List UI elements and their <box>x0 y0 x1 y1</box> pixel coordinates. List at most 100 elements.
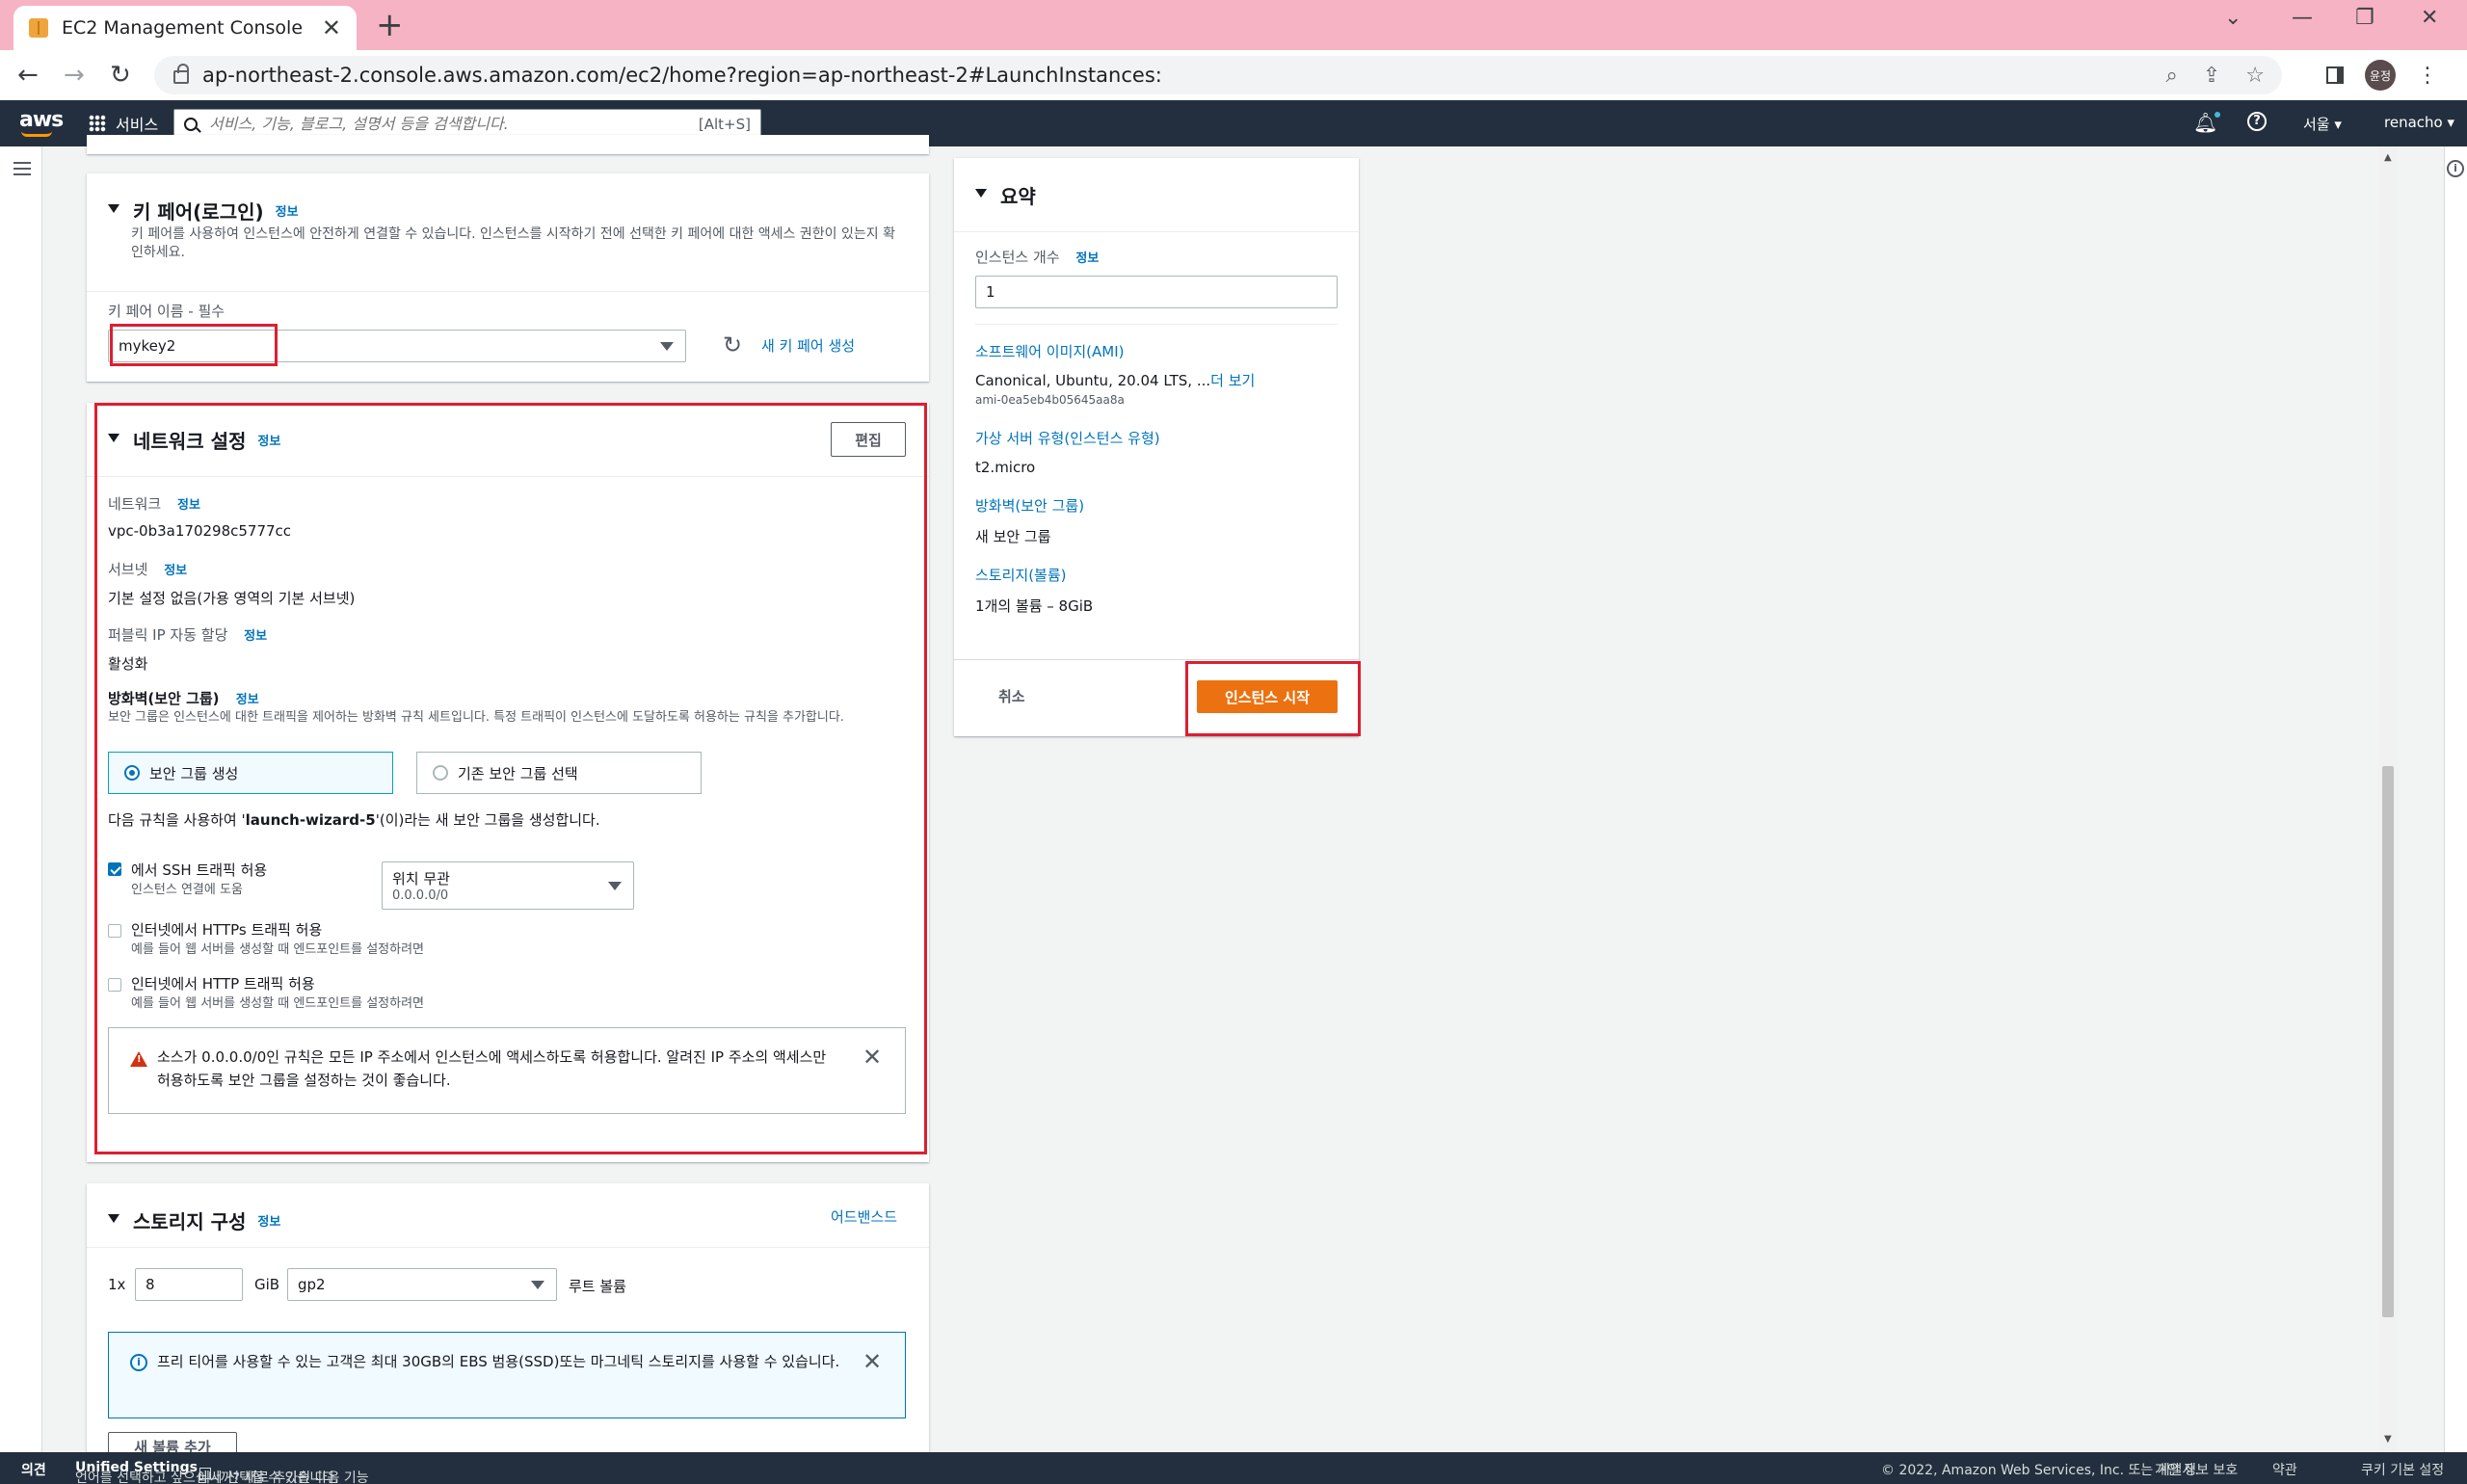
key-pair-description: 키 페어를 사용하여 인스턴스에 안전하게 연결할 수 있습니다. 인스턴스를 … <box>131 226 895 260</box>
cancel-button[interactable]: 취소 <box>998 686 1025 706</box>
summary-title: 요약 <box>1000 185 1036 208</box>
free-tier-text: 프리 티어를 사용할 수 있는 고객은 최대 30GB의 EBS 범용(SSD)… <box>157 1353 840 1370</box>
key-pair-info-link[interactable]: 정보 <box>276 201 299 220</box>
url-text[interactable]: ap-northeast-2.console.aws.amazon.com/ec… <box>202 64 2166 87</box>
services-grid-icon <box>89 115 106 132</box>
ami-value: Canonical, Ubuntu, 20.04 LTS, ... <box>975 372 1211 389</box>
back-arrow-icon[interactable]: ← <box>17 62 39 89</box>
right-help-rail: i <box>2444 146 2467 1452</box>
search-icon <box>184 117 198 131</box>
instance-count-label: 인스턴스 개수 <box>975 249 1060 266</box>
window-close-icon[interactable]: ✕ <box>2421 6 2438 30</box>
new-tab-icon[interactable]: + <box>376 8 404 42</box>
firewall-summary-link[interactable]: 방화벽(보안 그룹) <box>975 495 1084 516</box>
free-tier-info-alert: i 프리 티어를 사용할 수 있는 고객은 최대 30GB의 EBS 범용(SS… <box>108 1332 906 1418</box>
account-menu[interactable]: renacho ▾ <box>2384 114 2454 131</box>
divider <box>954 231 1359 232</box>
privacy-link[interactable]: 개인 정보 보호 <box>2155 1460 2238 1479</box>
side-panel-icon[interactable] <box>2326 66 2344 84</box>
volume-size-input[interactable]: 8 <box>135 1268 243 1301</box>
share-icon[interactable]: ⇪ <box>2203 64 2220 88</box>
aws-smile-icon <box>21 131 52 137</box>
key-pair-title: 키 페어(로그인) <box>133 200 264 224</box>
storage-summary-link[interactable]: 스토리지(볼륨) <box>975 565 1067 585</box>
volume-type-select[interactable]: gp2 <box>287 1268 557 1301</box>
aws-favicon-icon <box>29 18 48 38</box>
dismiss-info-icon[interactable]: ✕ <box>862 1350 882 1373</box>
profile-avatar[interactable]: 윤정 <box>2365 60 2396 91</box>
storage-info-link[interactable]: 정보 <box>257 1211 280 1230</box>
left-navigation-rail <box>0 146 42 1452</box>
console-footer: 의견 언어를 선택하고 싶으십니까? 새로 추가된 다음 기능 Unified S… <box>0 1452 2467 1484</box>
menu-hamburger-icon[interactable] <box>13 162 31 175</box>
browser-toolbar: ← → ↻ ap-northeast-2.console.aws.amazon.… <box>0 50 2467 100</box>
services-menu[interactable]: 서비스 <box>89 112 158 135</box>
volume-unit: GiB <box>254 1276 280 1293</box>
ami-id: ami-0ea5eb4b05645aa8a <box>975 393 1125 407</box>
minimize-icon[interactable]: — <box>2292 6 2313 30</box>
aws-search-input[interactable] <box>209 115 699 133</box>
storage-title: 스토리지 구성 <box>133 1210 247 1233</box>
create-key-pair-link[interactable]: 새 키 페어 생성 <box>761 335 855 356</box>
bookmark-star-icon[interactable]: ☆ <box>2245 64 2265 88</box>
dropdown-arrow-icon <box>531 1281 544 1289</box>
key-pair-name-label: 키 페어 이름 - 필수 <box>108 303 225 320</box>
firewall-summary-value: 새 보안 그룹 <box>975 528 1051 545</box>
ami-link[interactable]: 소프트웨어 이미지(AMI) <box>975 341 1125 361</box>
divider <box>87 1247 929 1248</box>
instance-type-link[interactable]: 가상 서버 유형(인스턴스 유형) <box>975 428 1160 448</box>
restore-icon[interactable]: ❐ <box>2355 6 2374 30</box>
storage-panel: 스토리지 구성 정보 어드밴스드 1x 8 GiB gp2 루트 볼륨 i 프리… <box>87 1183 929 1461</box>
browser-tab-bar: EC2 Management Console ✕ + ⌄ — ❐ ✕ <box>0 0 2467 50</box>
tab-title: EC2 Management Console <box>62 17 304 39</box>
info-icon: i <box>130 1354 147 1371</box>
help-icon[interactable]: ? <box>2247 112 2267 131</box>
key-pair-header[interactable]: 키 페어(로그인) 정보 <box>108 197 299 225</box>
instance-count-info-link[interactable]: 정보 <box>1075 252 1099 266</box>
tab-search-chevron-icon[interactable]: ⌄ <box>2224 6 2242 30</box>
key-pair-highlight-box <box>110 324 278 366</box>
scroll-up-arrow-icon[interactable]: ▲ <box>2384 152 2392 163</box>
reload-icon[interactable]: ↻ <box>110 62 131 89</box>
storage-summary-value: 1개의 볼륨 – 8GiB <box>975 597 1094 615</box>
dropdown-arrow-icon <box>660 342 674 351</box>
refresh-icon[interactable]: ↻ <box>723 331 742 358</box>
info-panel-icon[interactable]: i <box>2447 160 2464 177</box>
divider <box>975 324 1338 325</box>
ami-more-link[interactable]: 더 보기 <box>1210 372 1255 389</box>
collapse-caret-icon <box>108 1214 119 1223</box>
instance-count-label-row: 인스턴스 개수 정보 <box>975 247 1099 267</box>
network-highlight-box <box>94 403 927 1154</box>
advanced-link[interactable]: 어드밴스드 <box>831 1206 897 1227</box>
address-bar[interactable]: ap-northeast-2.console.aws.amazon.com/ec… <box>154 56 2282 94</box>
volume-type-value: gp2 <box>298 1276 326 1293</box>
previous-section-panel <box>87 135 929 154</box>
services-label: 서비스 <box>116 116 159 134</box>
storage-header[interactable]: 스토리지 구성 정보 <box>108 1206 280 1234</box>
volume-size-value: 8 <box>146 1276 155 1293</box>
page-scrollbar-thumb[interactable] <box>2382 766 2394 1317</box>
search-shortcut: [Alt+S] <box>698 115 751 133</box>
browser-tab[interactable]: EC2 Management Console ✕ <box>13 6 357 50</box>
tab-close-icon[interactable]: ✕ <box>322 14 341 41</box>
divider <box>87 291 929 292</box>
cookie-preferences-link[interactable]: 쿠키 기본 설정 <box>2361 1460 2444 1479</box>
divider <box>954 659 1359 660</box>
volume-count-prefix: 1x <box>108 1276 126 1293</box>
lock-icon[interactable] <box>173 64 189 84</box>
chrome-menu-icon[interactable]: ⋮ <box>2417 64 2438 88</box>
root-volume-label: 루트 볼륨 <box>569 1278 626 1295</box>
instance-count-input[interactable]: 1 <box>975 276 1338 308</box>
zoom-icon[interactable]: ⌕ <box>2166 64 2178 88</box>
terms-link[interactable]: 약관 <box>2272 1460 2297 1479</box>
summary-header[interactable]: 요약 <box>975 181 1036 209</box>
scroll-down-arrow-icon[interactable]: ▼ <box>2384 1434 2392 1444</box>
feedback-link[interactable]: 의견 <box>21 1460 46 1479</box>
forward-arrow-icon[interactable]: → <box>64 62 85 89</box>
summary-panel: 요약 인스턴스 개수 정보 1 소프트웨어 이미지(AMI) Canonical… <box>954 158 1359 736</box>
aws-logo[interactable]: aws <box>19 108 64 132</box>
copyright: © 2022, Amazon Web Services, Inc. 또는 계열사… <box>1881 1463 2199 1478</box>
region-selector[interactable]: 서울 ▾ <box>2303 114 2342 134</box>
collapse-caret-icon <box>975 189 987 198</box>
language-notice: 언어를 선택하고 싶으십니까? 새로 추가된 다음 기능 Unified Sett… <box>75 1460 369 1484</box>
